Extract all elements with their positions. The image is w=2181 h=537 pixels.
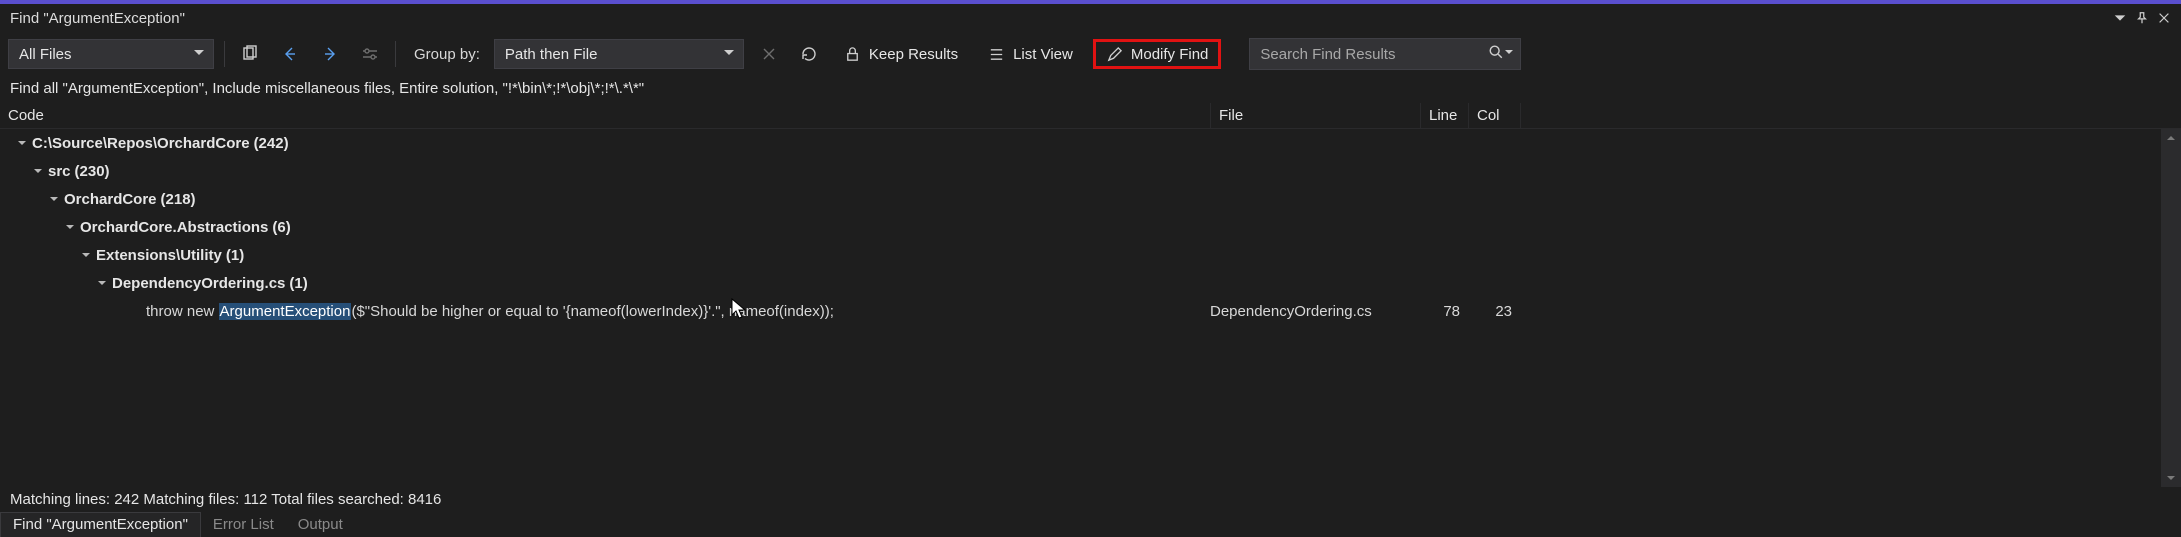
result-match-highlight: ArgumentException <box>219 303 352 320</box>
result-code: throw new ArgumentException($"Should be … <box>0 303 1210 320</box>
tree-node[interactable]: C:\Source\Repos\OrchardCore (242) <box>0 129 2161 157</box>
search-dropdown-icon[interactable] <box>1504 46 1514 62</box>
scroll-up-icon[interactable] <box>2161 129 2181 147</box>
separator <box>224 41 225 67</box>
tab-error-list[interactable]: Error List <box>201 513 286 537</box>
expand-icon[interactable] <box>78 250 94 260</box>
bottom-tabs: Find "ArgumentException" Error List Outp… <box>0 511 2181 537</box>
result-col: 23 <box>1468 303 1520 320</box>
tree-node[interactable]: OrchardCore.Abstractions (6) <box>0 213 2161 241</box>
separator <box>395 41 396 67</box>
column-header: Code File Line Col <box>0 103 2181 129</box>
tree-node-count: (1) <box>226 247 244 264</box>
tree-node-label: OrchardCore <box>64 191 157 208</box>
group-by-dropdown[interactable]: Path then File <box>494 39 744 69</box>
search-summary: Find all "ArgumentException", Include mi… <box>0 76 2181 103</box>
tree-node[interactable]: OrchardCore (218) <box>0 185 2161 213</box>
list-view-label: List View <box>1013 46 1073 63</box>
modify-find-label: Modify Find <box>1131 46 1209 63</box>
scroll-down-icon[interactable] <box>2161 469 2181 487</box>
search-icon[interactable] <box>1488 44 1504 64</box>
expand-icon[interactable] <box>30 166 46 176</box>
tree-node[interactable]: Extensions\Utility (1) <box>0 241 2161 269</box>
tab-find-results[interactable]: Find "ArgumentException" <box>0 512 201 537</box>
close-icon[interactable] <box>2153 7 2175 29</box>
tree-node[interactable]: src (230) <box>0 157 2161 185</box>
column-line[interactable]: Line <box>1420 103 1468 128</box>
result-file: DependencyOrdering.cs <box>1210 303 1420 320</box>
window-menu-icon[interactable] <box>2109 7 2131 29</box>
scope-dropdown[interactable]: All Files <box>8 39 214 69</box>
expand-icon[interactable] <box>62 222 78 232</box>
pin-icon[interactable] <box>2131 7 2153 29</box>
result-line: 78 <box>1420 303 1468 320</box>
lock-icon <box>844 46 861 63</box>
tab-output[interactable]: Output <box>286 513 355 537</box>
refresh-icon[interactable] <box>794 39 824 69</box>
tree-node-label: src <box>48 163 71 180</box>
copy-icon[interactable] <box>235 39 265 69</box>
tree-node-label: C:\Source\Repos\OrchardCore <box>32 135 250 152</box>
window-title: Find "ArgumentException" <box>10 10 2109 27</box>
next-result-icon[interactable] <box>315 39 345 69</box>
tree-node-label: DependencyOrdering.cs <box>112 275 285 292</box>
tree-node-count: (1) <box>289 275 307 292</box>
tree-node-count: (230) <box>75 163 110 180</box>
tree-node-label: Extensions\Utility <box>96 247 222 264</box>
chevron-down-icon <box>193 46 205 63</box>
tree-node-count: (242) <box>254 135 289 152</box>
result-row[interactable]: throw new ArgumentException($"Should be … <box>0 297 2161 325</box>
list-view-button[interactable]: List View <box>978 39 1083 69</box>
vertical-scrollbar[interactable] <box>2161 129 2181 487</box>
group-by-label: Group by: <box>406 46 484 63</box>
column-file[interactable]: File <box>1210 103 1420 128</box>
tree-node[interactable]: DependencyOrdering.cs (1) <box>0 269 2161 297</box>
modify-find-button[interactable]: Modify Find <box>1093 39 1222 69</box>
tree-node-count: (6) <box>272 219 290 236</box>
chevron-down-icon <box>723 46 735 63</box>
prev-result-icon[interactable] <box>275 39 305 69</box>
results-tree[interactable]: C:\Source\Repos\OrchardCore (242)src (23… <box>0 129 2161 487</box>
search-input[interactable] <box>1260 46 1488 63</box>
tree-node-label: OrchardCore.Abstractions <box>80 219 268 236</box>
status-line: Matching lines: 242 Matching files: 112 … <box>0 487 2181 511</box>
pencil-icon <box>1106 46 1123 63</box>
keep-results-button[interactable]: Keep Results <box>834 39 968 69</box>
column-code[interactable]: Code <box>0 103 1210 128</box>
column-col[interactable]: Col <box>1468 103 1520 128</box>
tree-node-count: (218) <box>161 191 196 208</box>
group-by-selected: Path then File <box>505 46 598 63</box>
scroll-track[interactable] <box>2161 147 2181 469</box>
scope-selected: All Files <box>19 46 72 63</box>
search-results-input[interactable] <box>1249 38 1521 70</box>
expand-icon[interactable] <box>14 138 30 148</box>
list-icon <box>988 46 1005 63</box>
keep-results-label: Keep Results <box>869 46 958 63</box>
delete-icon <box>754 39 784 69</box>
column-scroll-gutter <box>1520 103 1544 128</box>
expand-icon[interactable] <box>46 194 62 204</box>
expand-icon[interactable] <box>94 278 110 288</box>
clear-filter-icon <box>355 39 385 69</box>
